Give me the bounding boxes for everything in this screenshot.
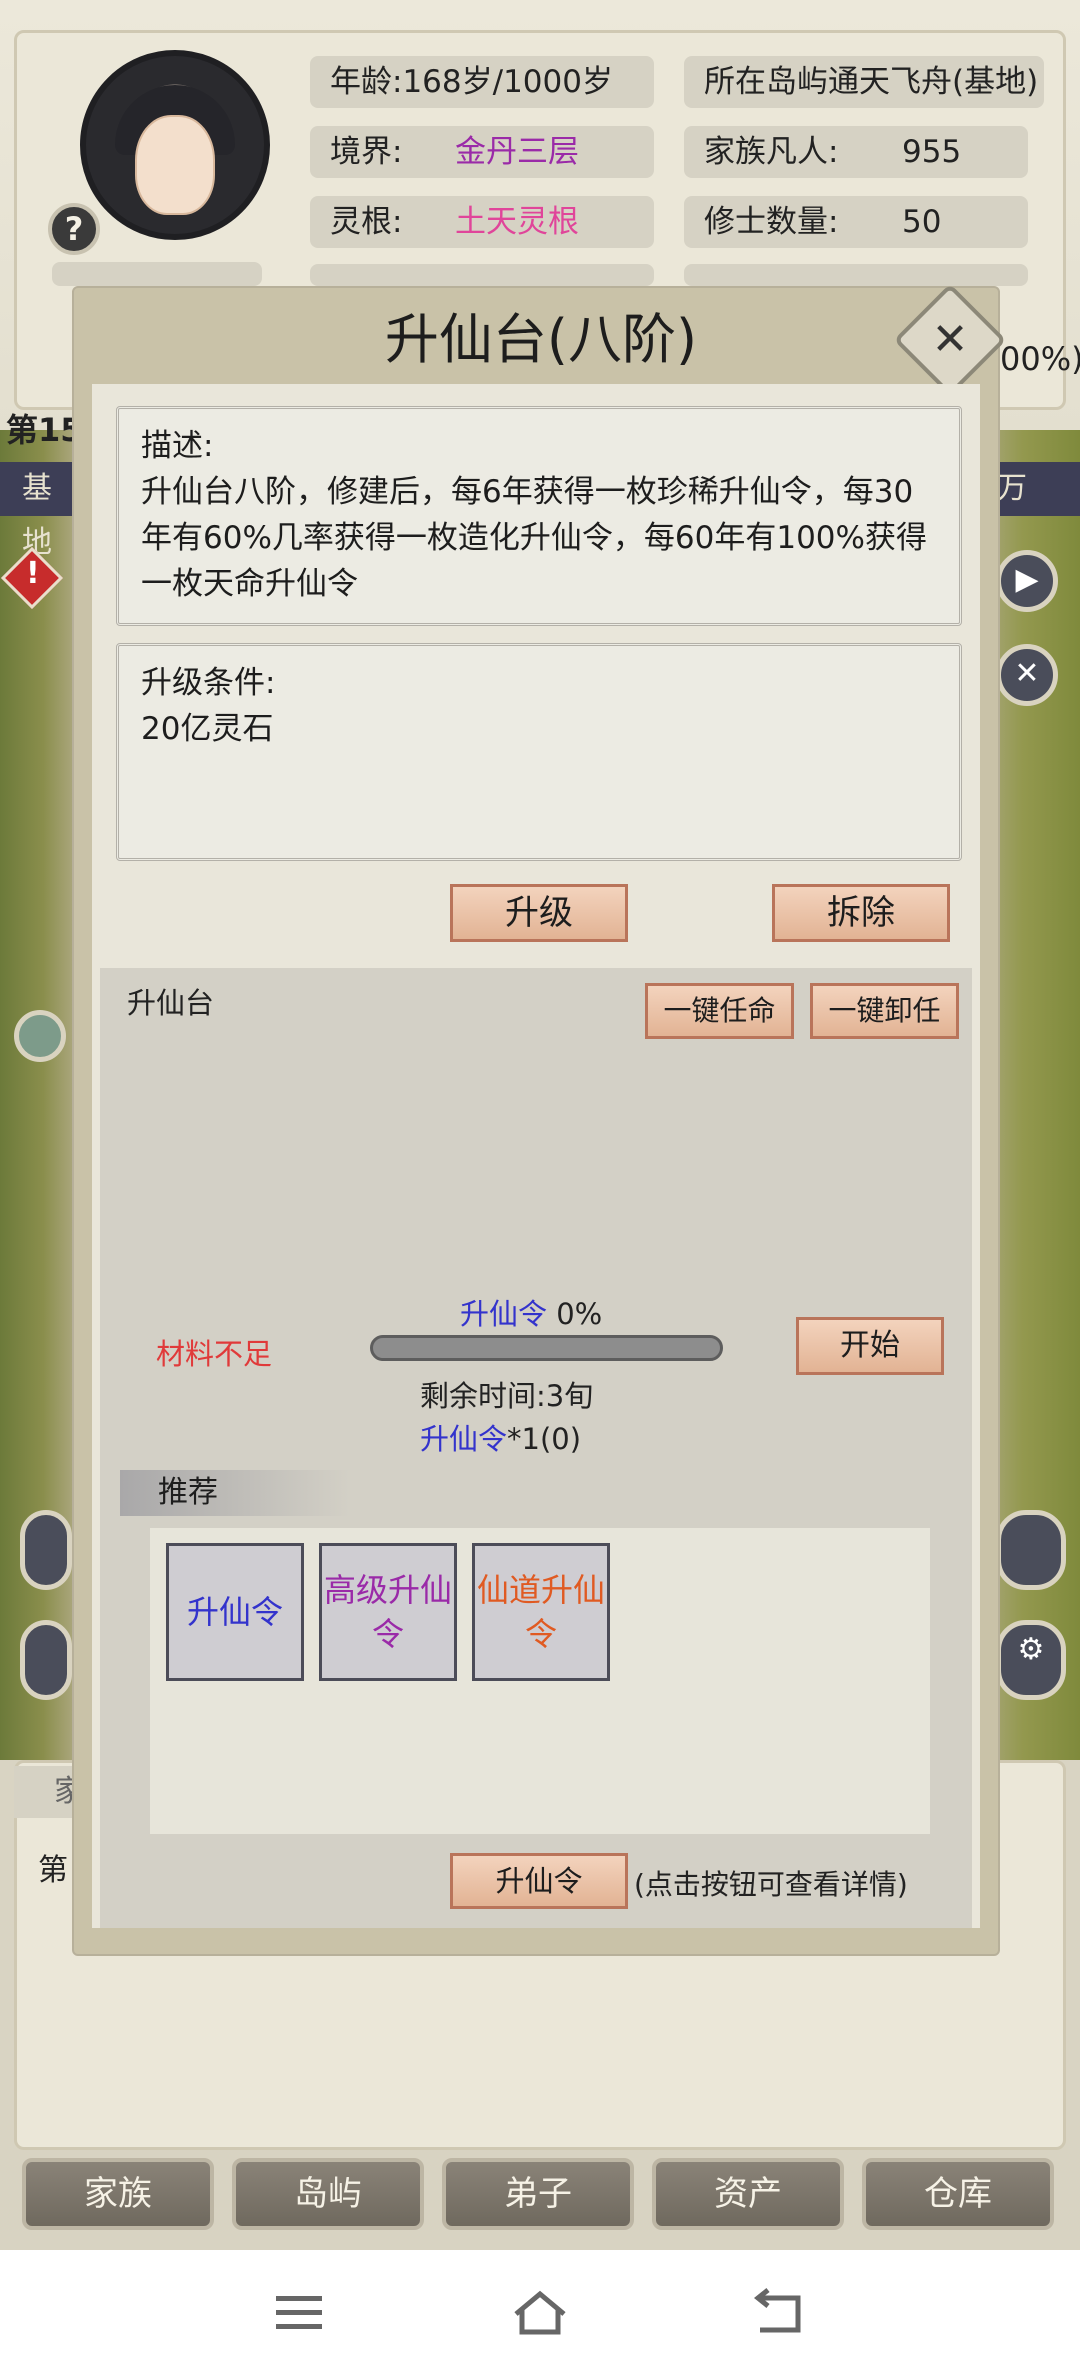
realm-stat: 境界: 金丹三层 (310, 126, 654, 178)
output-line: 升仙令*1(0) (420, 1416, 581, 1458)
nav-assets[interactable]: 资产 (652, 2158, 844, 2230)
nav-warehouse[interactable]: 仓库 (862, 2158, 1054, 2230)
cultivators-label: 修士数量: (704, 204, 839, 240)
appoint-all-button[interactable]: 一键任命 (645, 983, 794, 1039)
panel-title: 升仙台 (127, 986, 215, 1020)
menu-icon[interactable] (270, 2288, 330, 2338)
description-box: 描述: 升仙台八阶，修建后，每6年获得一枚珍稀升仙令，每30年有60%几率获得一… (116, 406, 962, 626)
recommend-header: 推荐 (120, 1470, 350, 1516)
breakthrough-stat-partial (684, 264, 1028, 286)
description-text: 升仙台八阶，修建后，每6年获得一枚珍稀升仙令，每30年有60%几率获得一枚造化升… (141, 474, 927, 602)
side-orb-icon[interactable] (14, 1010, 66, 1062)
recommend-item-3[interactable]: 仙道升仙令 (472, 1543, 610, 1681)
progress-item-name: 升仙令 (460, 1297, 548, 1331)
description-label: 描述: (141, 428, 214, 464)
back-icon[interactable] (750, 2288, 810, 2338)
remaining-time: 剩余时间:3旬 (420, 1379, 594, 1413)
modal-title: 升仙台(八阶) (384, 308, 698, 371)
progress-bar (370, 1335, 723, 1361)
progress-label: 升仙令 0% (460, 1291, 602, 1333)
description-side-icon[interactable] (996, 1510, 1066, 1590)
insufficient-materials-text: 材料不足 (156, 1337, 273, 1371)
start-button[interactable]: 开始 (796, 1317, 944, 1375)
condition-label: 升级条件: (141, 665, 276, 701)
age-label: 年龄: (330, 64, 403, 100)
recommend-item-label: 仙道升仙令 (476, 1571, 605, 1653)
name-plate-partial (52, 262, 262, 286)
cultivators-stat: 修士数量: 50 (684, 196, 1028, 248)
condition-text: 20亿灵石 (141, 711, 274, 747)
age-stat: 年龄:168岁/1000岁 (310, 56, 654, 108)
realm-label: 境界: (330, 134, 403, 170)
age-value: 168岁/1000岁 (402, 64, 613, 100)
island-value: 通天飞舟(基地) (828, 64, 1039, 100)
output-item: 升仙令 (420, 1422, 508, 1456)
condition-box: 升级条件: 20亿灵石 (116, 643, 962, 861)
detail-hint: (点击按钮可查看详情) (634, 1868, 908, 1901)
output-count: *1(0) (507, 1422, 582, 1456)
cultivators-value: 50 (902, 204, 942, 240)
play-icon[interactable]: ▶ (996, 550, 1058, 612)
close-side-icon[interactable]: ✕ (996, 644, 1058, 706)
help-icon[interactable]: ? (48, 203, 100, 255)
progress-percent: 0% (556, 1297, 603, 1331)
recommend-item-label: 高级升仙令 (323, 1571, 452, 1653)
work-side-icon[interactable] (20, 1620, 72, 1700)
recommend-item-label: 升仙令 (186, 1593, 283, 1631)
disciple-side-icon[interactable] (20, 1510, 72, 1590)
mortals-value: 955 (902, 134, 962, 170)
close-icon: ✕ (931, 314, 969, 365)
upgrade-button[interactable]: 升级 (450, 884, 628, 942)
nav-disciples[interactable]: 弟子 (442, 2158, 634, 2230)
realm-value: 金丹三层 (455, 134, 579, 170)
alert-mark-icon: ! (26, 556, 40, 591)
nav-family[interactable]: 家族 (22, 2158, 214, 2230)
island-stat: 所在岛屿通天飞舟(基地) (684, 56, 1044, 108)
mortals-label: 家族凡人: (704, 134, 839, 170)
dismiss-all-button[interactable]: 一键卸任 (810, 983, 959, 1039)
root-label: 灵根: (330, 204, 403, 240)
spirit-stone-stat-partial (310, 264, 654, 286)
settings-gear-icon[interactable]: ⚙ (996, 1620, 1066, 1700)
island-label: 所在岛屿 (704, 64, 828, 100)
partial-base-bar: 基地 (0, 462, 72, 560)
partial-percent-text: 00%) (1000, 340, 1080, 378)
home-icon[interactable] (510, 2288, 570, 2338)
mortals-stat: 家族凡人: 955 (684, 126, 1028, 178)
nav-island[interactable]: 岛屿 (232, 2158, 424, 2230)
detail-item-button[interactable]: 升仙令 (450, 1853, 628, 1909)
root-stat: 灵根: 土天灵根 (310, 196, 654, 248)
avatar-face (135, 115, 215, 215)
demolish-button[interactable]: 拆除 (772, 884, 950, 942)
recommend-item-1[interactable]: 升仙令 (166, 1543, 304, 1681)
root-value: 土天灵根 (455, 204, 579, 240)
log-text-partial: 第 (38, 1853, 68, 1888)
recommend-item-2[interactable]: 高级升仙令 (319, 1543, 457, 1681)
